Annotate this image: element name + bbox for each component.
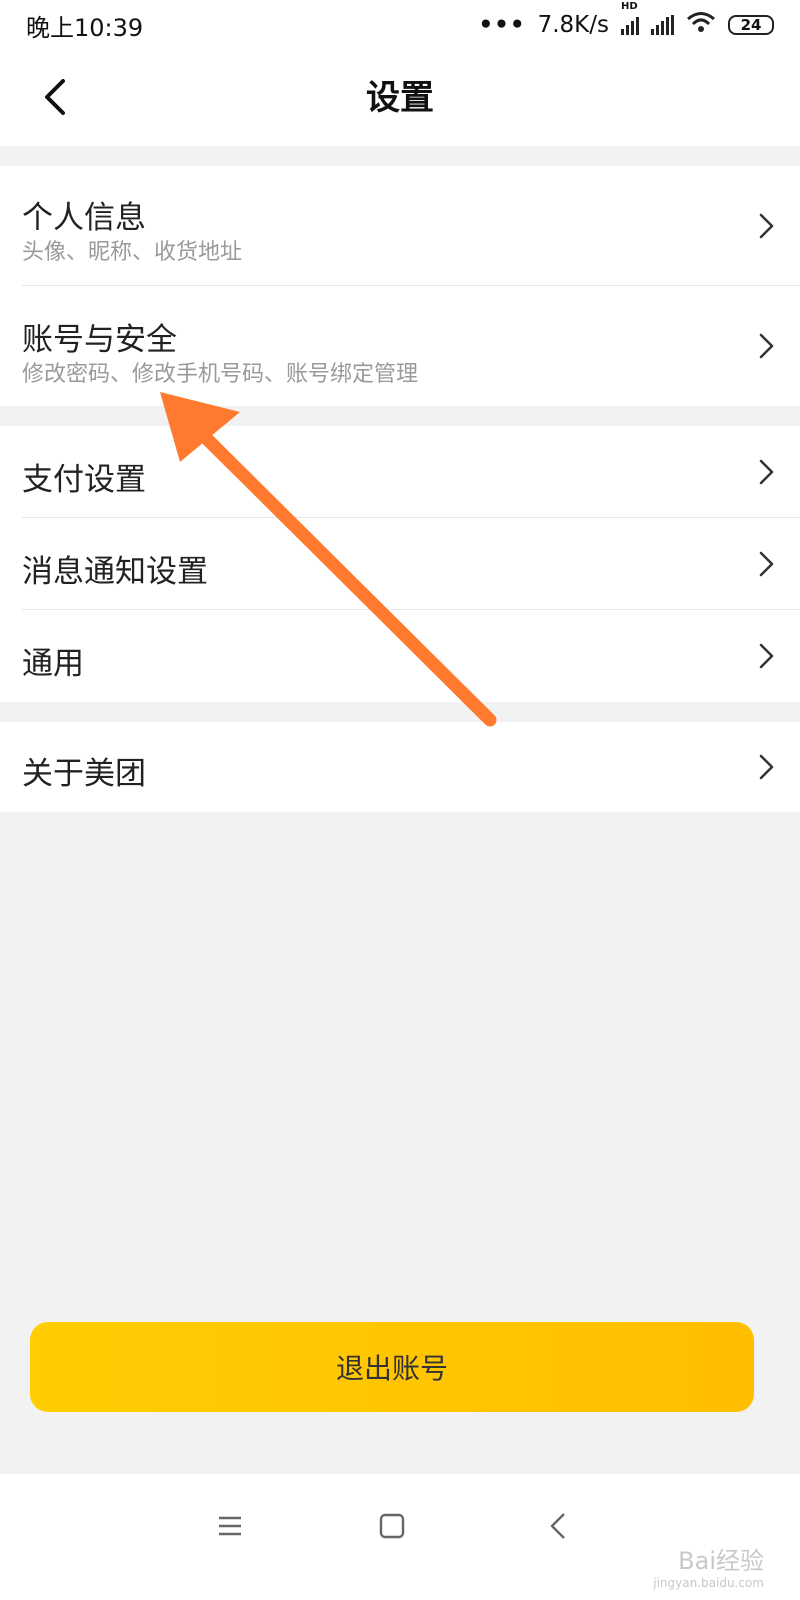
settings-item-about[interactable]: 关于美团	[22, 722, 800, 812]
settings-item-subtitle: 修改密码、修改手机号码、账号绑定管理	[22, 362, 419, 387]
chevron-right-icon	[752, 332, 780, 360]
chevron-right-icon	[752, 753, 780, 781]
home-square-icon[interactable]	[370, 1504, 414, 1548]
status-bar: 晚上10:39 ••• 7.8K/s HD 24	[0, 0, 800, 50]
hd-signal-icon: HD	[621, 1, 639, 35]
logout-button[interactable]: 退出账号	[30, 1322, 754, 1412]
wifi-icon	[686, 11, 716, 39]
system-nav-bar: Bai经验 jingyan.baidu.com	[0, 1474, 800, 1600]
battery-level: 24	[740, 15, 762, 34]
network-speed: 7.8K/s	[537, 12, 609, 38]
settings-group-about: 关于美团	[0, 722, 800, 812]
settings-item-notifications[interactable]: 消息通知设置	[22, 518, 800, 610]
chevron-right-icon	[752, 212, 780, 240]
chevron-right-icon	[752, 458, 780, 486]
settings-item-payment[interactable]: 支付设置	[22, 426, 800, 518]
chevron-left-icon	[45, 79, 65, 115]
settings-item-title: 个人信息	[22, 200, 146, 236]
settings-group-account: 个人信息 头像、昵称、收货地址 账号与安全 修改密码、修改手机号码、账号绑定管理	[0, 166, 800, 406]
status-icons: ••• 7.8K/s HD 24	[478, 1, 774, 39]
settings-item-subtitle: 头像、昵称、收货地址	[22, 240, 243, 265]
page-title: 设置	[366, 78, 434, 118]
dots-icon: •••	[478, 12, 526, 38]
signal-icon	[651, 15, 674, 35]
settings-item-title: 通用	[22, 646, 84, 682]
settings-item-account-security[interactable]: 账号与安全 修改密码、修改手机号码、账号绑定管理	[22, 286, 800, 406]
battery-icon: 24	[728, 15, 774, 35]
settings-item-personal-info[interactable]: 个人信息 头像、昵称、收货地址	[22, 166, 800, 286]
back-button[interactable]	[30, 72, 80, 122]
chevron-right-icon	[752, 642, 780, 670]
settings-item-title: 账号与安全	[22, 322, 177, 358]
watermark-url: jingyan.baidu.com	[653, 1576, 764, 1590]
status-time: 晚上10:39	[26, 13, 144, 42]
back-icon[interactable]	[536, 1504, 580, 1548]
settings-group-general: 支付设置 消息通知设置 通用	[0, 426, 800, 702]
settings-item-title: 关于美团	[22, 756, 146, 792]
settings-item-title: 支付设置	[22, 462, 146, 498]
watermark-text: Bai经验	[678, 1547, 764, 1575]
hd-label: HD	[621, 1, 638, 12]
baidu-watermark: Bai经验 jingyan.baidu.com	[653, 1541, 764, 1590]
menu-icon[interactable]	[208, 1504, 252, 1548]
chevron-right-icon	[752, 550, 780, 578]
nav-bar: 设置	[0, 50, 800, 146]
settings-item-title: 消息通知设置	[22, 554, 208, 590]
settings-item-general[interactable]: 通用	[22, 610, 800, 702]
